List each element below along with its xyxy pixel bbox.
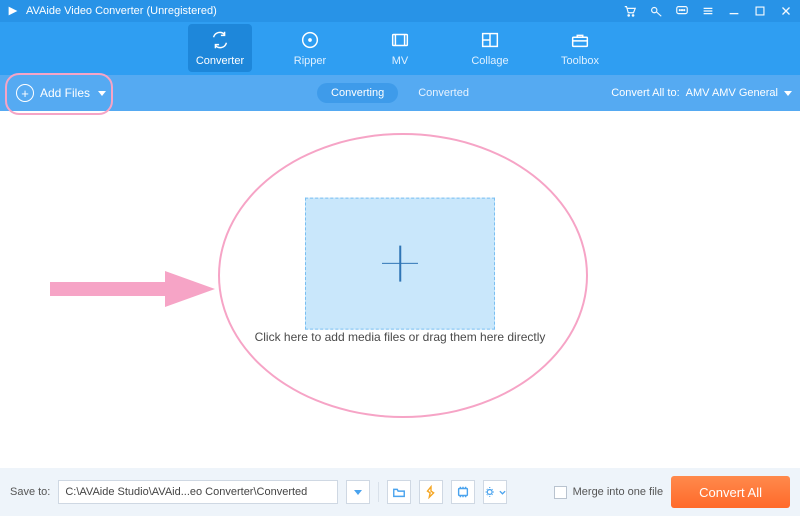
tab-collage[interactable]: Collage	[458, 24, 522, 72]
chevron-down-icon	[354, 490, 362, 495]
divider	[378, 482, 379, 502]
add-files-label: Add Files	[40, 86, 90, 100]
hwaccel-button[interactable]	[419, 480, 443, 504]
output-format-value: AMV AMV General	[686, 87, 778, 99]
annotation-arrow-icon	[50, 271, 215, 307]
tab-toolbox[interactable]: Toolbox	[548, 24, 612, 72]
dropzone-caption: Click here to add media files or drag th…	[255, 330, 546, 344]
app-logo-icon	[6, 4, 20, 18]
add-files-dropzone[interactable]	[305, 197, 495, 329]
chevron-down-icon	[499, 486, 506, 498]
main-area: Click here to add media files or drag th…	[0, 111, 800, 468]
menu-icon[interactable]	[700, 3, 716, 19]
collage-icon	[479, 29, 501, 51]
merge-label: Merge into one file	[573, 486, 664, 498]
gpu-button[interactable]	[451, 480, 475, 504]
segment-converting[interactable]: Converting	[317, 83, 398, 103]
feedback-icon[interactable]	[674, 3, 690, 19]
tab-label: Ripper	[294, 55, 326, 67]
chevron-down-icon	[784, 91, 792, 96]
status-segment: Converting Converted	[317, 83, 483, 103]
settings-button[interactable]	[483, 480, 507, 504]
save-path-input[interactable]	[58, 480, 338, 504]
titlebar: AVAide Video Converter (Unregistered)	[0, 0, 800, 22]
main-tabs: Converter Ripper MV Collage Toolbox	[0, 24, 800, 72]
key-icon[interactable]	[648, 3, 664, 19]
convert-all-to-label: Convert All to:	[611, 87, 679, 99]
tab-label: Converter	[196, 55, 244, 67]
title-and-tabs: AVAide Video Converter (Unregistered) Co…	[0, 0, 800, 75]
convert-all-to: Convert All to: AMV AMV General	[611, 87, 792, 99]
bottom-bar: Save to: Merge into one file Convert All	[0, 468, 800, 516]
tab-converter[interactable]: Converter	[188, 24, 252, 72]
mv-icon	[389, 29, 411, 51]
open-folder-button[interactable]	[387, 480, 411, 504]
window-title: AVAide Video Converter (Unregistered)	[26, 5, 217, 17]
window-buttons	[622, 0, 794, 22]
segment-converted[interactable]: Converted	[404, 83, 483, 103]
save-path-dropdown[interactable]	[346, 480, 370, 504]
save-to-label: Save to:	[10, 486, 50, 498]
add-files-button[interactable]: + Add Files	[8, 80, 114, 106]
tab-label: MV	[392, 55, 409, 67]
plus-icon	[382, 245, 418, 281]
plus-icon: +	[16, 84, 34, 102]
toolbox-icon	[569, 29, 591, 51]
convert-icon	[209, 29, 231, 51]
convert-all-button[interactable]: Convert All	[671, 476, 790, 508]
cart-icon[interactable]	[622, 3, 638, 19]
ripper-icon	[299, 29, 321, 51]
tab-label: Toolbox	[561, 55, 599, 67]
merge-checkbox[interactable]: Merge into one file	[554, 486, 664, 499]
maximize-icon[interactable]	[752, 3, 768, 19]
secondary-bar: + Add Files Converting Converted Convert…	[0, 75, 800, 111]
tab-ripper[interactable]: Ripper	[278, 24, 342, 72]
output-format-dropdown[interactable]: AMV AMV General	[686, 87, 792, 99]
tab-mv[interactable]: MV	[368, 24, 432, 72]
minimize-icon[interactable]	[726, 3, 742, 19]
checkbox-icon	[554, 486, 567, 499]
chevron-down-icon	[98, 91, 106, 96]
close-icon[interactable]	[778, 3, 794, 19]
tab-label: Collage	[471, 55, 508, 67]
